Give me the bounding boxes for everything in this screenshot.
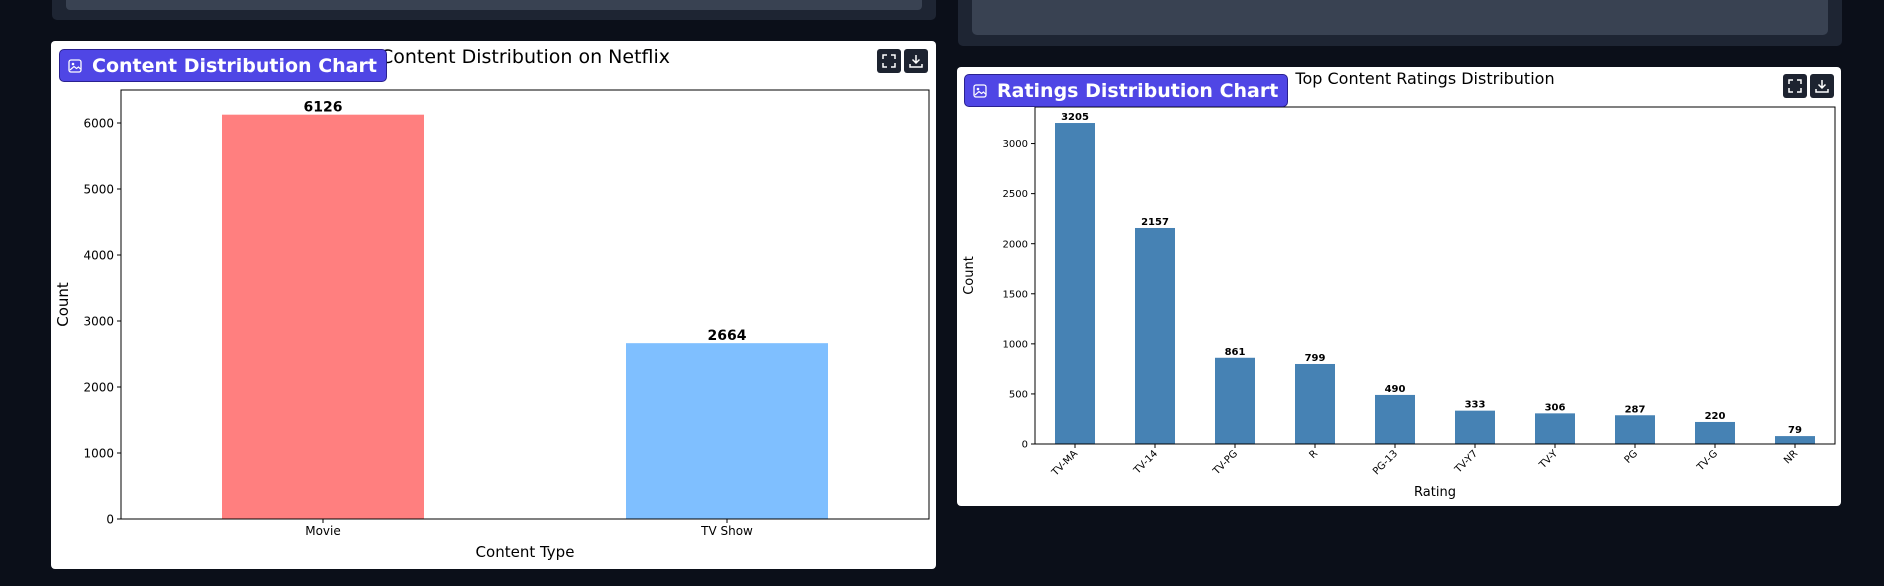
- download-icon: [909, 55, 923, 68]
- bar-movie: [222, 114, 424, 520]
- y-axis-label: Count: [962, 256, 977, 295]
- bar-pg: [1615, 415, 1655, 444]
- x-tick-label: TV-Y7: [1452, 448, 1480, 476]
- ratings-distribution-panel: Top Content Ratings Distribution 3205 TV-M…: [957, 67, 1841, 506]
- y-tick-label: 500: [1009, 390, 1028, 401]
- previous-card-left: [52, 0, 936, 20]
- x-tick-label: TV-MA: [1049, 448, 1080, 479]
- content-distribution-panel: Content Distribution on Netflix 6126 Movie…: [51, 41, 936, 569]
- y-tick-label: 3000: [83, 314, 114, 328]
- download-button[interactable]: [904, 49, 928, 73]
- content-distribution-chart: Content Distribution on Netflix 6126 Movie…: [54, 46, 930, 561]
- y-tick-label: 1500: [1003, 289, 1028, 300]
- ratings-distribution-chart: Top Content Ratings Distribution 3205 TV-M…: [962, 69, 1836, 500]
- bar-tv-y7: [1455, 410, 1495, 444]
- x-tick-label: PG: [1623, 448, 1641, 466]
- y-tick-label: 3000: [1003, 139, 1028, 150]
- data-label: 861: [1225, 347, 1246, 358]
- y-axis-label: Count: [54, 282, 72, 327]
- data-label: 799: [1305, 353, 1326, 364]
- bar-tv-g: [1695, 421, 1735, 444]
- bar-r: [1295, 363, 1335, 444]
- data-label: 2664: [708, 328, 747, 344]
- badge-label: Ratings Distribution Chart: [997, 79, 1279, 102]
- y-tick-label: 0: [1022, 440, 1028, 451]
- image-icon: [68, 58, 82, 73]
- y-tick-label: 2000: [1003, 239, 1028, 250]
- data-label: 333: [1465, 400, 1486, 411]
- x-tick-label: TV-14: [1131, 448, 1160, 477]
- bar-nr: [1775, 436, 1815, 444]
- x-tick-label: PG-13: [1371, 448, 1400, 477]
- data-label: 3205: [1061, 112, 1089, 123]
- x-tick-label: TV-PG: [1211, 448, 1241, 478]
- x-tick-label: Movie: [305, 524, 341, 538]
- ratings-distribution-badge: Ratings Distribution Chart: [964, 74, 1289, 107]
- data-label: 220: [1705, 411, 1726, 422]
- previous-card-right-inner: [972, 0, 1828, 35]
- x-tick-label: TV Show: [700, 524, 753, 538]
- y-tick-label: 5000: [83, 182, 114, 196]
- chart-title: Content Distribution on Netflix: [380, 46, 670, 68]
- fullscreen-button[interactable]: [877, 49, 901, 73]
- x-tick-label: R: [1307, 448, 1320, 461]
- x-axis-label: Content Type: [476, 543, 575, 561]
- y-tick-label: 6000: [83, 116, 114, 130]
- fullscreen-icon: [882, 54, 896, 68]
- data-label: 306: [1545, 402, 1566, 413]
- y-tick-label: 4000: [83, 248, 114, 262]
- x-tick-label: TV-Y: [1537, 448, 1561, 472]
- previous-card-right: [958, 0, 1842, 46]
- y-tick-label: 0: [106, 512, 114, 526]
- x-tick-label: NR: [1782, 448, 1800, 466]
- bar-tv-ma: [1055, 123, 1095, 444]
- bar-tv-y: [1535, 413, 1575, 444]
- chart-toolbar: [877, 49, 928, 73]
- y-tick-label: 2500: [1003, 189, 1028, 200]
- data-label: 2157: [1141, 217, 1169, 228]
- x-tick-label: TV-G: [1695, 448, 1721, 474]
- y-tick-label: 1000: [1003, 339, 1028, 350]
- chart-toolbar: [1783, 74, 1834, 98]
- data-label: 6126: [304, 100, 343, 116]
- bar-tv-show: [626, 343, 828, 519]
- bar-tv-pg: [1215, 357, 1255, 444]
- bar-pg-13: [1375, 394, 1415, 444]
- y-tick-label: 2000: [83, 380, 114, 394]
- content-distribution-badge: Content Distribution Chart: [59, 49, 387, 82]
- badge-label: Content Distribution Chart: [92, 54, 377, 77]
- previous-card-left-inner: [66, 0, 922, 10]
- data-label: 287: [1625, 404, 1646, 415]
- data-label: 79: [1788, 425, 1802, 436]
- x-axis-label: Rating: [1414, 485, 1456, 500]
- chart-title: Top Content Ratings Distribution: [1294, 69, 1554, 88]
- y-tick-label: 1000: [83, 446, 114, 460]
- data-label: 490: [1385, 384, 1406, 395]
- image-icon: [973, 83, 987, 98]
- download-icon: [1815, 80, 1829, 93]
- fullscreen-icon: [1788, 79, 1802, 93]
- bar-tv-14: [1135, 227, 1175, 444]
- download-button[interactable]: [1810, 74, 1834, 98]
- fullscreen-button[interactable]: [1783, 74, 1807, 98]
